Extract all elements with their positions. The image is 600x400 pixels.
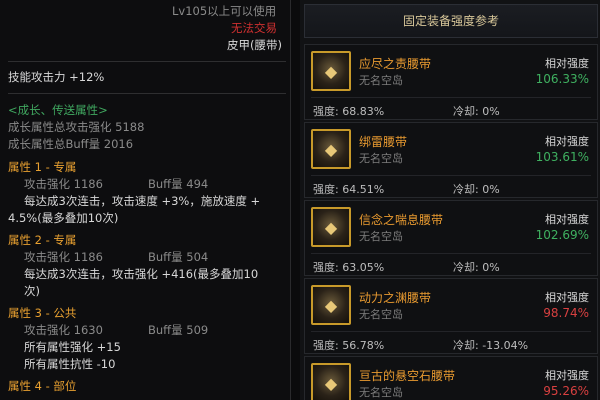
equipment-name: 应尽之责腰带 bbox=[359, 57, 432, 71]
equipment-name: 信念之喘息腰带 bbox=[359, 213, 444, 227]
relative-strength-value: 106.33% bbox=[535, 72, 589, 86]
attr3-attack: 攻击强化 1630 bbox=[24, 323, 103, 337]
divider bbox=[311, 97, 591, 98]
divider bbox=[311, 331, 591, 332]
belt-icon: ◆ bbox=[311, 207, 351, 247]
divider bbox=[8, 93, 286, 94]
equipment-card[interactable]: ◆ 绑雷腰带 无名空岛 相对强度 103.61% 强度: 64.51% 冷却: … bbox=[304, 122, 598, 198]
equipment-reference-panel: 固定装备强度参考 ◆ 应尽之责腰带 无名空岛 相对强度 106.33% 强度: … bbox=[300, 0, 600, 400]
item-type: 皮甲(腰带) bbox=[227, 38, 282, 52]
item-tooltip: Lv105以上可以使用 无法交易 皮甲(腰带) 技能攻击力 +12% <成长、传… bbox=[0, 0, 291, 400]
equipment-source: 无名空岛 bbox=[359, 308, 403, 321]
attr3-desc-line1: 所有属性强化 +15 bbox=[24, 340, 121, 354]
attr1-attack: 攻击强化 1186 bbox=[24, 177, 103, 191]
equipment-card[interactable]: ◆ 亘古的悬空石腰带 无名空岛 相对强度 95.26% bbox=[304, 356, 598, 400]
divider bbox=[311, 253, 591, 254]
attr1-title: 属性 1 - 专属 bbox=[8, 160, 77, 174]
equipment-card[interactable]: ◆ 应尽之责腰带 无名空岛 相对强度 106.33% 强度: 68.83% 冷却… bbox=[304, 44, 598, 120]
divider bbox=[8, 61, 286, 62]
relative-strength-label: 相对强度 bbox=[545, 369, 589, 382]
strength-value: 强度: 64.51% bbox=[313, 183, 385, 196]
no-trade-label: 无法交易 bbox=[231, 21, 277, 35]
attr2-buff: Buff量 504 bbox=[148, 250, 209, 264]
attr3-title: 属性 3 - 公共 bbox=[8, 306, 77, 320]
strength-value: 强度: 63.05% bbox=[313, 261, 385, 274]
equipment-source: 无名空岛 bbox=[359, 386, 403, 399]
equipment-source: 无名空岛 bbox=[359, 230, 403, 243]
skill-attack-stat: 技能攻击力 +12% bbox=[8, 70, 105, 84]
attr2-desc-line1: 每达成3次连击，攻击强化 +416(最多叠加10 bbox=[24, 267, 259, 281]
relative-strength-label: 相对强度 bbox=[545, 213, 589, 226]
strength-value: 强度: 56.78% bbox=[313, 339, 385, 352]
attr1-buff: Buff量 494 bbox=[148, 177, 209, 191]
attr2-title: 属性 2 - 专属 bbox=[8, 233, 77, 247]
equipment-name: 亘古的悬空石腰带 bbox=[359, 369, 456, 383]
equipment-card[interactable]: ◆ 信念之喘息腰带 无名空岛 相对强度 102.69% 强度: 63.05% 冷… bbox=[304, 200, 598, 276]
equipment-name: 动力之渊腰带 bbox=[359, 291, 432, 305]
equipment-source: 无名空岛 bbox=[359, 74, 403, 87]
equipment-source: 无名空岛 bbox=[359, 152, 403, 165]
growth-attack: 成长属性总攻击强化 5188 bbox=[8, 120, 145, 134]
equipment-name: 绑雷腰带 bbox=[359, 135, 408, 149]
cooldown-value: 冷却: -13.04% bbox=[453, 339, 529, 352]
growth-buff: 成长属性总Buff量 2016 bbox=[8, 137, 134, 151]
attr3-desc-line2: 所有属性抗性 -10 bbox=[24, 357, 116, 371]
relative-strength-label: 相对强度 bbox=[545, 57, 589, 70]
attr3-buff: Buff量 509 bbox=[148, 323, 209, 337]
divider bbox=[311, 175, 591, 176]
relative-strength-value: 98.74% bbox=[543, 306, 589, 320]
panel-header: 固定装备强度参考 bbox=[304, 4, 598, 38]
relative-strength-value: 102.69% bbox=[535, 228, 589, 242]
attr1-desc-line1: 每达成3次连击，攻击速度 +3%，施放速度 + bbox=[24, 194, 261, 208]
cooldown-value: 冷却: 0% bbox=[453, 105, 500, 118]
level-requirement: Lv105以上可以使用 bbox=[172, 4, 277, 18]
attr4-title: 属性 4 - 部位 bbox=[8, 379, 77, 393]
cooldown-value: 冷却: 0% bbox=[453, 261, 500, 274]
attr2-attack: 攻击强化 1186 bbox=[24, 250, 103, 264]
belt-icon: ◆ bbox=[311, 51, 351, 91]
attr1-desc-line2: 4.5%(最多叠加10次) bbox=[8, 211, 119, 225]
belt-icon: ◆ bbox=[311, 129, 351, 169]
cooldown-value: 冷却: 0% bbox=[453, 183, 500, 196]
growth-header: <成长、传送属性> bbox=[8, 103, 108, 117]
belt-icon: ◆ bbox=[311, 285, 351, 325]
strength-value: 强度: 68.83% bbox=[313, 105, 385, 118]
belt-icon: ◆ bbox=[311, 363, 351, 400]
attr2-desc-line2: 次) bbox=[24, 284, 40, 298]
relative-strength-label: 相对强度 bbox=[545, 135, 589, 148]
relative-strength-label: 相对强度 bbox=[545, 291, 589, 304]
relative-strength-value: 103.61% bbox=[535, 150, 589, 164]
equipment-card[interactable]: ◆ 动力之渊腰带 无名空岛 相对强度 98.74% 强度: 56.78% 冷却:… bbox=[304, 278, 598, 354]
relative-strength-value: 95.26% bbox=[543, 384, 589, 398]
